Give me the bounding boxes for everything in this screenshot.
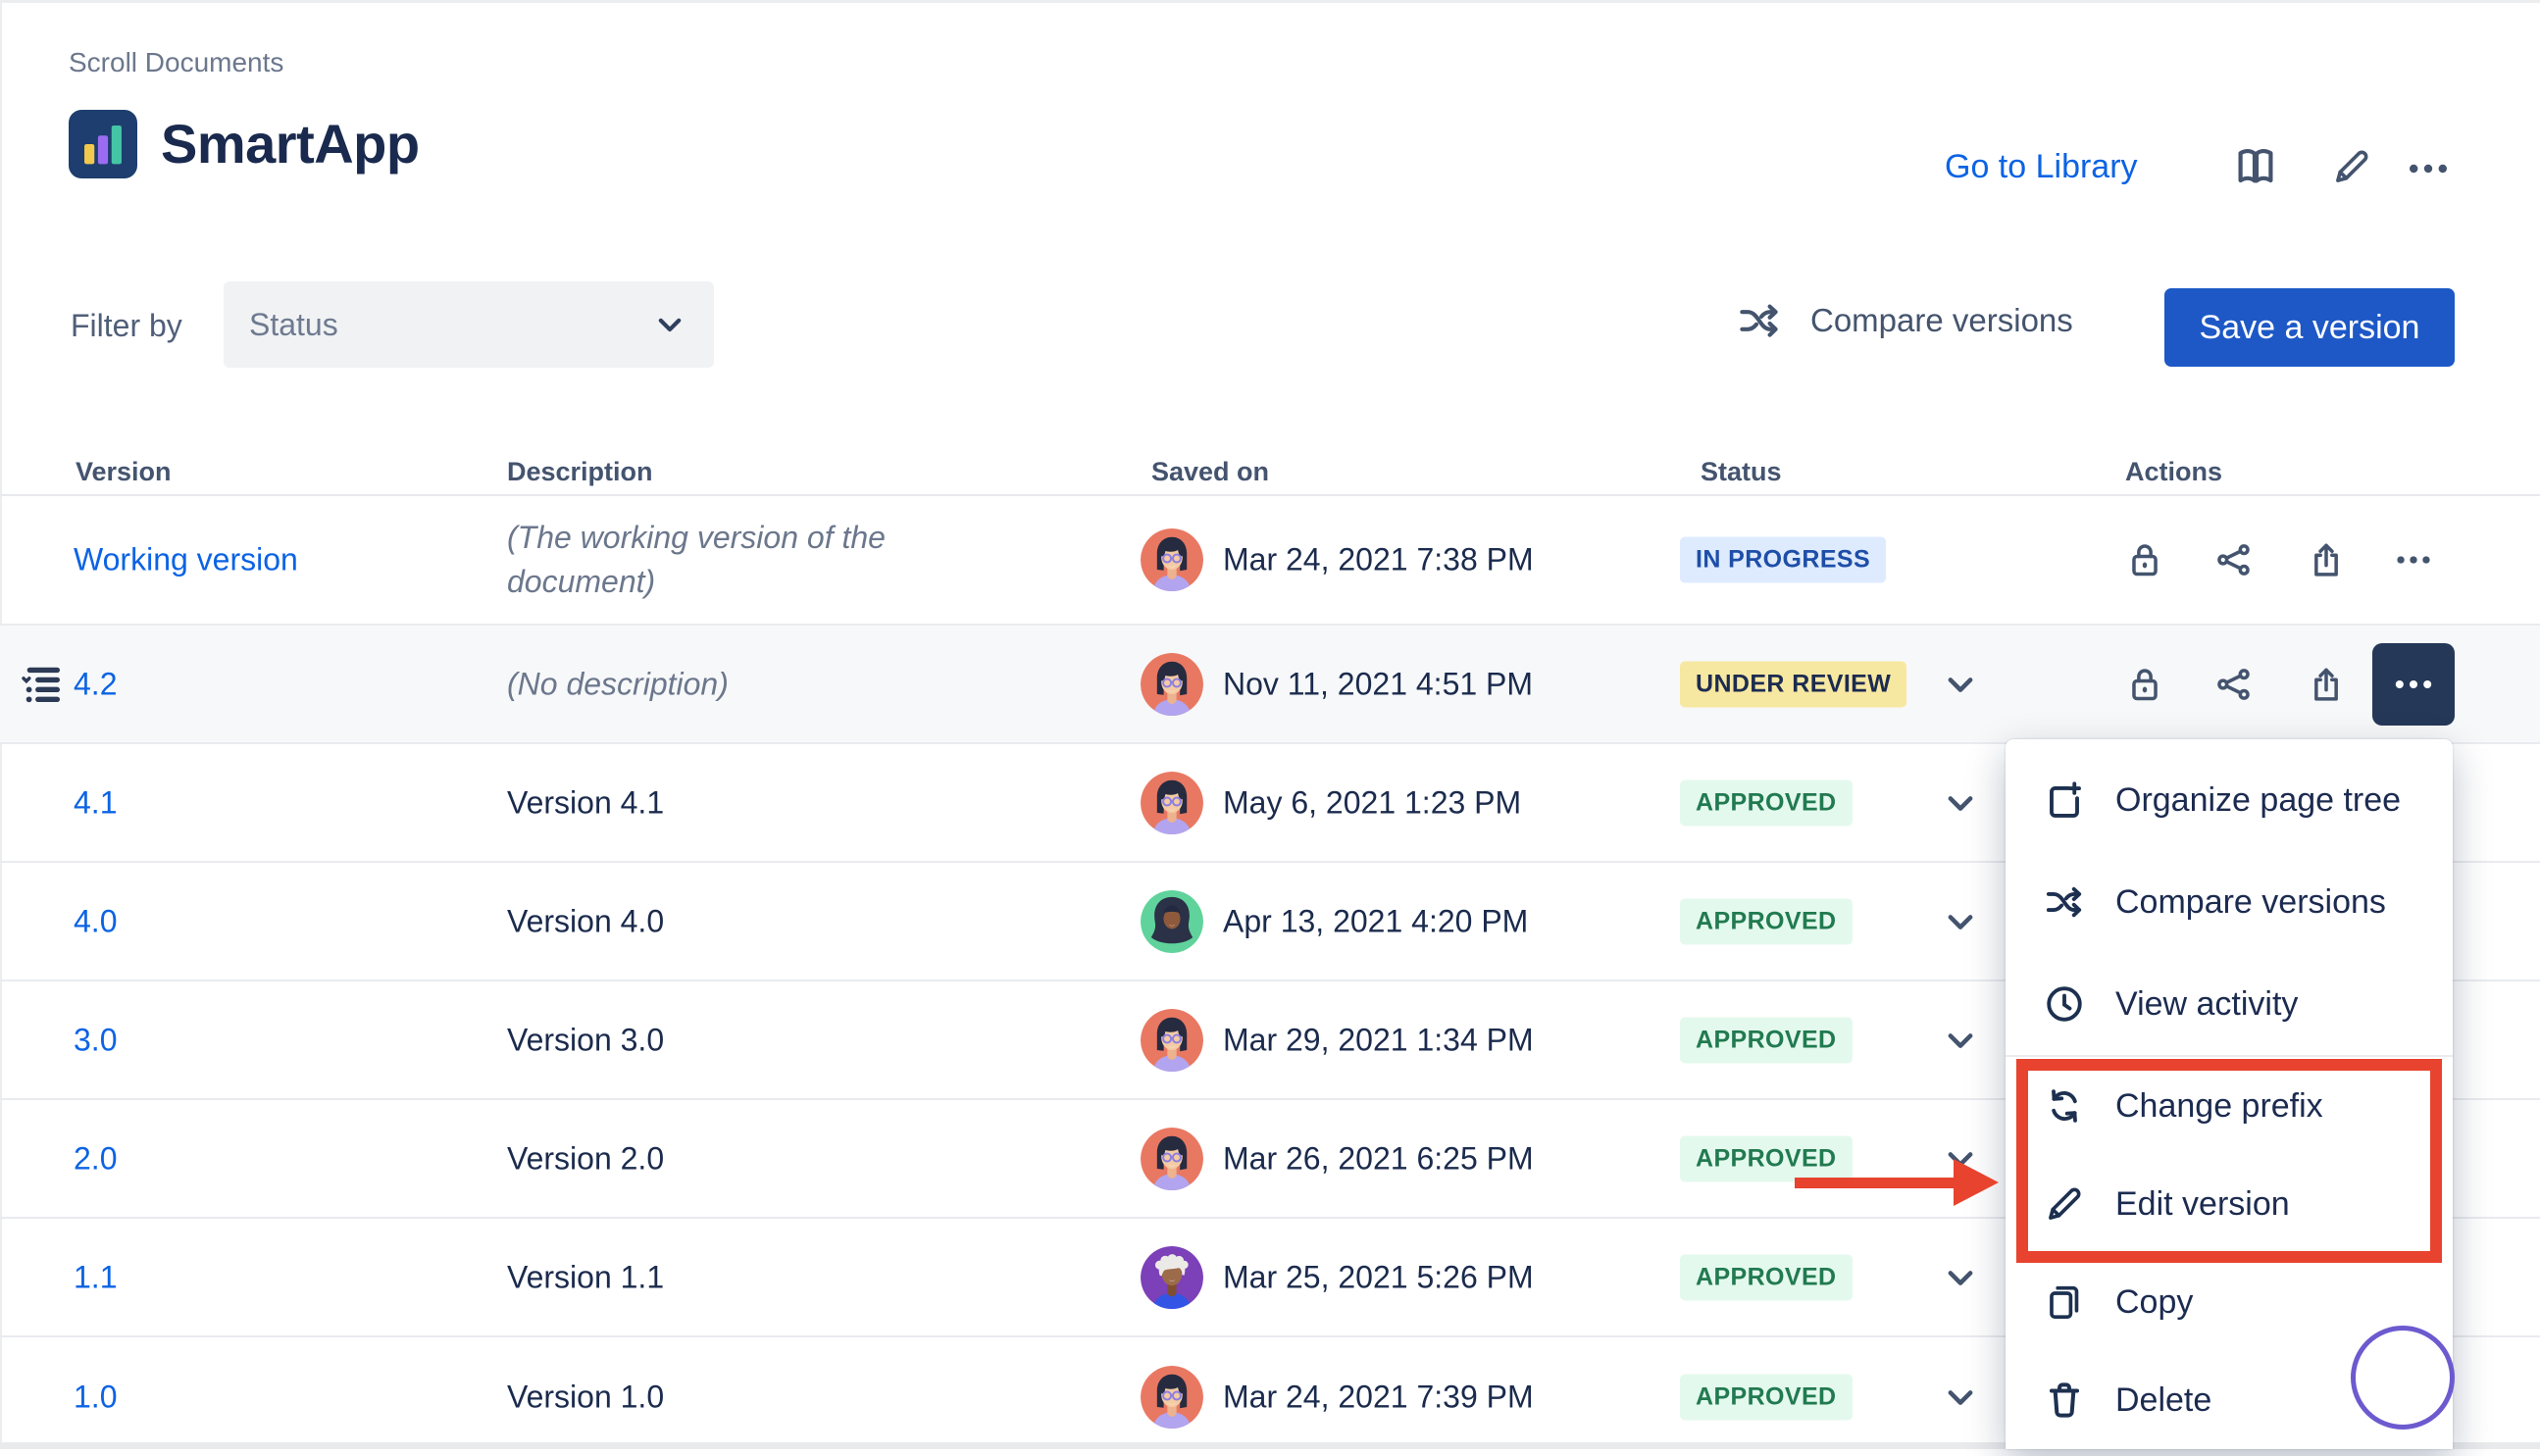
saved-on-date: Mar 24, 2021 7:38 PM: [1223, 542, 1534, 578]
version-link[interactable]: 1.1: [74, 1259, 117, 1295]
status-badge[interactable]: UNDER REVIEW: [1680, 661, 1906, 707]
shuffle-icon: [2043, 880, 2086, 924]
version-description: Version 3.0: [507, 1018, 968, 1062]
share-icon[interactable]: [2213, 664, 2255, 705]
compare-versions-label: Compare versions: [1810, 302, 2073, 339]
more-icon: [2391, 662, 2436, 707]
saved-on-date: Mar 29, 2021 1:34 PM: [1223, 1022, 1534, 1058]
chevron-down-icon[interactable]: [1940, 664, 1981, 705]
chevron-down-icon[interactable]: [1940, 901, 1981, 942]
compare-versions-button[interactable]: Compare versions: [1736, 297, 2073, 344]
arrow-annotation: [1795, 1178, 1954, 1188]
column-header-saved-on: Saved on: [1151, 457, 1269, 487]
clock-icon: [2043, 982, 2086, 1026]
version-link[interactable]: 3.0: [74, 1022, 117, 1058]
pencil-icon[interactable]: [2330, 145, 2373, 188]
column-header-actions: Actions: [2125, 457, 2222, 487]
version-link[interactable]: 4.0: [74, 903, 117, 939]
version-description: Version 1.1: [507, 1255, 968, 1299]
bar-chart-logo-icon: [69, 110, 137, 178]
version-tree-icon: [20, 662, 65, 707]
woman-bob-orange-avatar: [1141, 653, 1203, 716]
version-description: Version 1.0: [507, 1375, 968, 1419]
export-icon[interactable]: [2306, 664, 2347, 705]
export-icon[interactable]: [2306, 539, 2347, 580]
saved-on-date: Mar 24, 2021 7:39 PM: [1223, 1379, 1534, 1415]
chevron-down-icon[interactable]: [1940, 782, 1981, 824]
page-title: SmartApp: [161, 110, 420, 178]
menu-item-label: Delete: [2115, 1381, 2211, 1420]
version-link[interactable]: 4.1: [74, 784, 117, 821]
version-description: (No description): [507, 662, 968, 706]
book-icon[interactable]: [2232, 143, 2279, 190]
shuffle-icon: [1736, 297, 1783, 344]
saved-on-date: Nov 11, 2021 4:51 PM: [1223, 666, 1533, 702]
menu-item-compare-versions[interactable]: Compare versions: [2006, 851, 2453, 953]
saved-on-date: Mar 26, 2021 6:25 PM: [1223, 1140, 1534, 1177]
woman-bob-orange-avatar: [1141, 1009, 1203, 1072]
woman-bob-orange-avatar: [1141, 1128, 1203, 1190]
filter-by-label: Filter by: [71, 308, 182, 344]
elder-purple-avatar: [1141, 1246, 1203, 1309]
save-a-version-button[interactable]: Save a version: [2164, 288, 2455, 367]
menu-item-label: Organize page tree: [2115, 781, 2401, 820]
column-header-description: Description: [507, 457, 653, 487]
status-filter-select[interactable]: Status: [224, 281, 714, 368]
version-description: Version 2.0: [507, 1136, 968, 1180]
highlight-box-annotation: [2016, 1059, 2442, 1263]
woman-bob-orange-avatar: [1141, 1366, 1203, 1429]
woman-bob-orange-avatar: [1141, 528, 1203, 591]
arrow-head: [1954, 1159, 1999, 1206]
chevron-down-icon[interactable]: [1940, 1257, 1981, 1298]
share-icon[interactable]: [2213, 539, 2255, 580]
status-badge[interactable]: APPROVED: [1680, 898, 1853, 944]
table-row: 4.2 (No description) Nov 11, 2021 4:51 PM U…: [0, 626, 2540, 744]
saved-on-date: Apr 13, 2021 4:20 PM: [1223, 903, 1528, 939]
lock-icon[interactable]: [2124, 539, 2165, 580]
woman-bob-orange-avatar: [1141, 772, 1203, 834]
column-header-version: Version: [76, 457, 172, 487]
ellipsis-icon[interactable]: [2405, 145, 2452, 192]
lock-icon[interactable]: [2124, 664, 2165, 705]
menu-item-label: Copy: [2115, 1283, 2193, 1322]
column-header-status: Status: [1701, 457, 1782, 487]
version-description: Version 4.0: [507, 899, 968, 943]
menu-item-organize-page-tree[interactable]: Organize page tree: [2006, 749, 2453, 851]
version-link[interactable]: 1.0: [74, 1379, 117, 1415]
menu-item-label: Compare versions: [2115, 883, 2386, 922]
page-add-icon: [2043, 778, 2086, 822]
copy-icon: [2043, 1280, 2086, 1324]
chevron-down-icon: [651, 306, 688, 343]
scroll-documents-panel: Scroll Documents SmartApp Go to Library …: [0, 0, 2540, 1449]
menu-item-view-activity[interactable]: View activity: [2006, 953, 2453, 1055]
status-badge[interactable]: APPROVED: [1680, 1135, 1853, 1181]
version-link[interactable]: 2.0: [74, 1140, 117, 1177]
version-link[interactable]: Working version: [74, 542, 298, 578]
chevron-down-icon[interactable]: [1940, 1020, 1981, 1061]
click-indicator-circle: [2351, 1326, 2455, 1430]
status-badge[interactable]: APPROVED: [1680, 1374, 1853, 1420]
version-description: (The working version of the document): [507, 516, 968, 604]
saved-on-date: May 6, 2021 1:23 PM: [1223, 784, 1521, 821]
more-icon[interactable]: [2393, 539, 2434, 580]
trash-icon: [2043, 1379, 2086, 1422]
go-to-library-link[interactable]: Go to Library: [1945, 145, 2138, 188]
status-badge[interactable]: APPROVED: [1680, 1254, 1853, 1300]
more-actions-button-active[interactable]: [2372, 643, 2455, 726]
saved-on-date: Mar 25, 2021 5:26 PM: [1223, 1259, 1534, 1295]
version-link[interactable]: 4.2: [74, 666, 117, 702]
status-filter-value: Status: [249, 307, 338, 343]
menu-item-label: View activity: [2115, 985, 2298, 1024]
version-description: Version 4.1: [507, 780, 968, 825]
table-row: Working version (The working version of t…: [0, 496, 2540, 626]
menu-section: Organize page tree Compare versions View a…: [2006, 749, 2453, 1055]
status-badge[interactable]: APPROVED: [1680, 1017, 1853, 1063]
status-badge[interactable]: APPROVED: [1680, 779, 1853, 826]
panel-top-border: [0, 0, 2540, 3]
status-badge: IN PROGRESS: [1680, 537, 1886, 583]
breadcrumb: Scroll Documents: [69, 47, 283, 78]
chevron-down-icon[interactable]: [1940, 1377, 1981, 1418]
woman-hijab-green-avatar: [1141, 890, 1203, 953]
